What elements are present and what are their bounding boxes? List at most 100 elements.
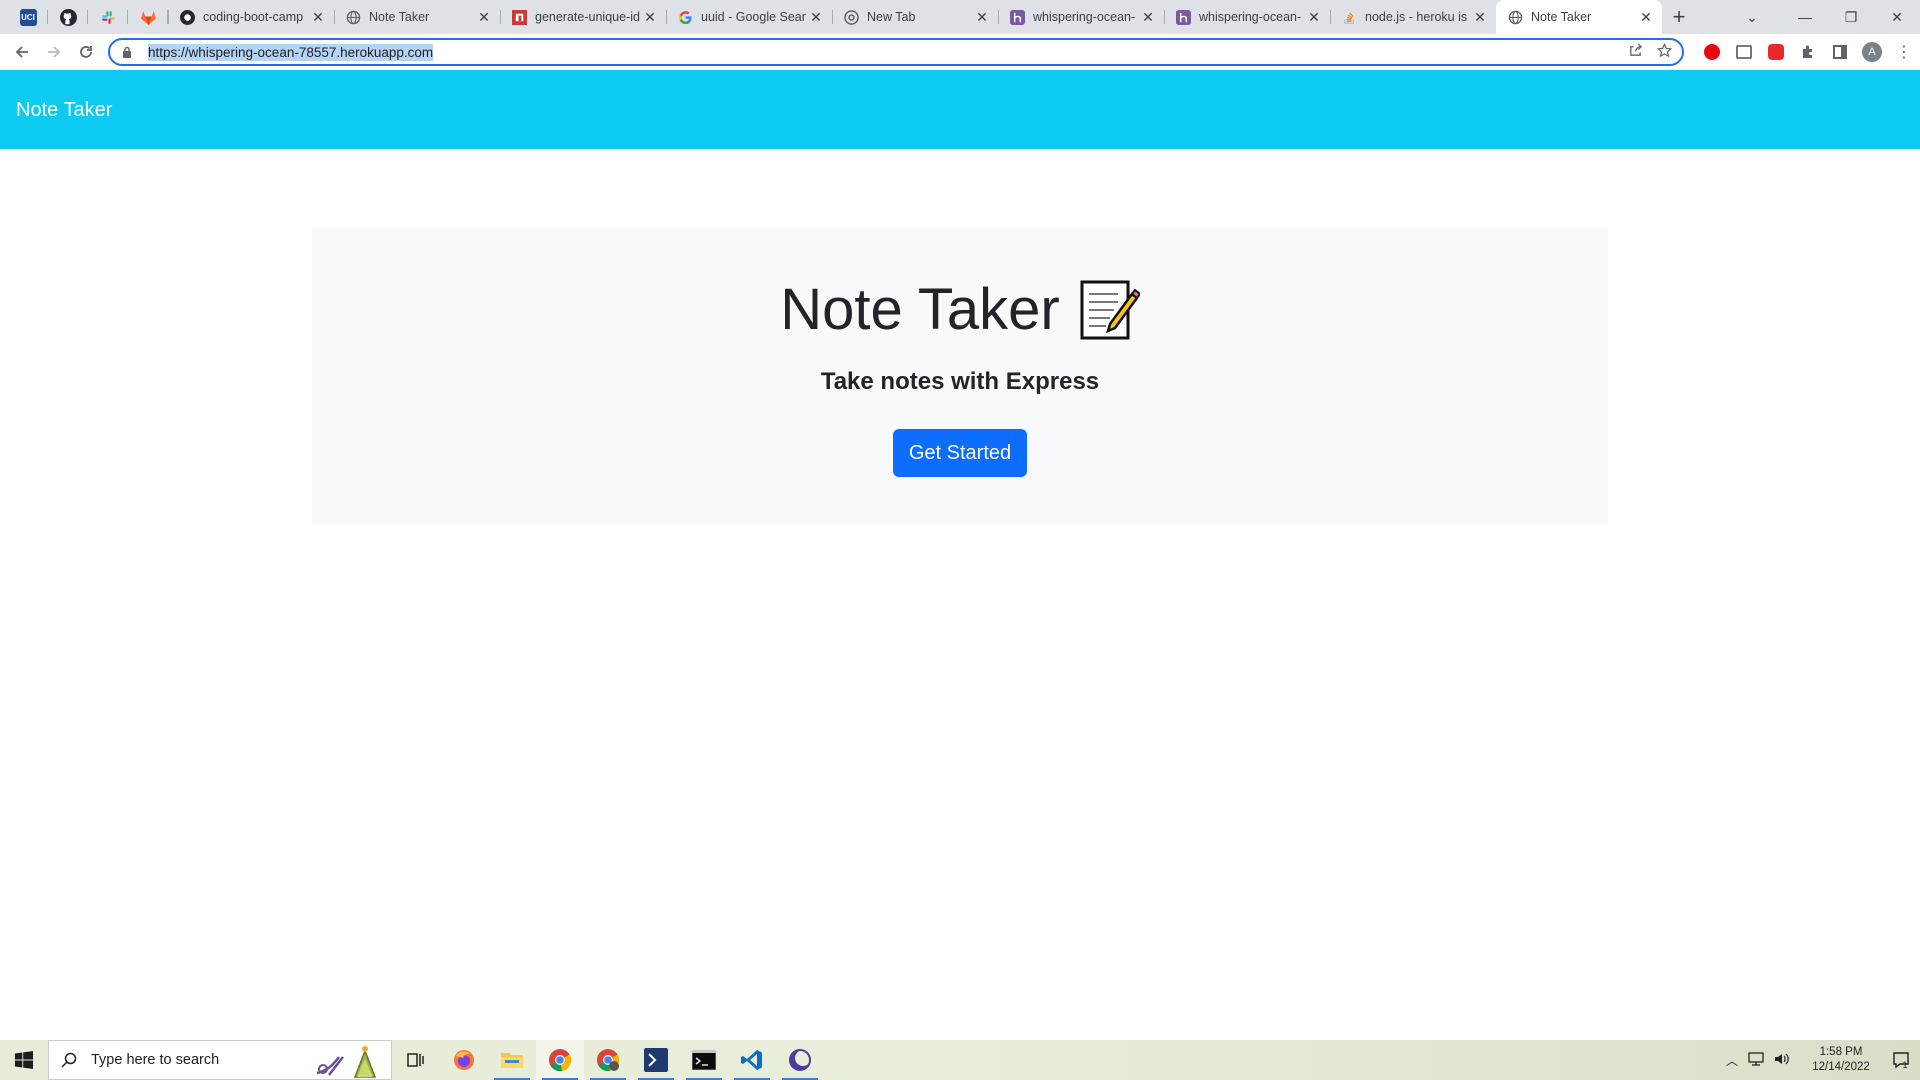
hero-subtitle: Take notes with Express — [820, 368, 1100, 395]
globe-icon — [346, 10, 361, 24]
side-panel-icon[interactable] — [1824, 36, 1856, 68]
navbar: Note Taker — [0, 70, 1920, 149]
tab-title: whispering-ocean- — [1033, 10, 1136, 24]
navbar-brand[interactable]: Note Taker — [16, 99, 112, 122]
hero-title: Note Taker — [312, 276, 1608, 343]
new-tab-button[interactable]: + — [1662, 0, 1696, 34]
windows-taskbar: Type here to search ︿ 1:58 PM 12/14/2022… — [0, 1040, 1920, 1080]
uci-icon: UCI — [19, 8, 37, 26]
taskbar-search[interactable]: Type here to search — [48, 1040, 392, 1080]
vscode-icon[interactable] — [728, 1040, 776, 1080]
close-icon[interactable]: ✕ — [1472, 9, 1488, 25]
tab-title: Note Taker — [369, 10, 430, 24]
tab-title: Note Taker — [1531, 10, 1592, 24]
pinned-tab-slack[interactable] — [88, 0, 128, 34]
url-text[interactable]: https://whispering-ocean-78557.herokuapp… — [148, 43, 434, 61]
share-icon[interactable] — [1628, 43, 1643, 61]
adblock-plus-icon[interactable] — [1760, 36, 1792, 68]
forward-arrow-icon[interactable] — [38, 36, 70, 68]
heroku-icon — [1010, 9, 1025, 25]
close-icon[interactable]: ✕ — [1306, 9, 1322, 25]
browser-tab[interactable]: node.js - heroku is ✕ — [1330, 0, 1496, 34]
pinned-tab-uci[interactable]: UCI — [8, 0, 48, 34]
browser-toolbar: https://whispering-ocean-78557.herokuapp… — [0, 34, 1920, 70]
close-icon[interactable]: ✕ — [642, 9, 658, 25]
window-close-icon[interactable]: ✕ — [1874, 0, 1920, 34]
profile-initial: A — [1862, 42, 1882, 62]
slack-icon — [101, 10, 115, 24]
browser-tab[interactable]: Note Taker ✕ — [334, 0, 500, 34]
puzzle-extensions-icon[interactable] — [1792, 36, 1824, 68]
get-started-button[interactable]: Get Started — [893, 429, 1027, 477]
network-icon[interactable] — [1748, 1051, 1764, 1069]
address-bar[interactable]: https://whispering-ocean-78557.herokuapp… — [108, 38, 1684, 66]
memo-icon — [1080, 280, 1140, 339]
eclipse-app-icon[interactable] — [776, 1040, 824, 1080]
profile-avatar[interactable]: A — [1856, 36, 1888, 68]
notification-count: 1 — [1902, 1060, 1908, 1070]
chevron-up-icon[interactable]: ︿ — [1726, 1052, 1738, 1069]
windows-start-icon[interactable] — [0, 1040, 48, 1080]
search-icon — [61, 1052, 77, 1068]
tab-title: node.js - heroku is — [1365, 10, 1468, 24]
lock-icon[interactable] — [122, 46, 134, 58]
chrome-taskbar-icon[interactable] — [536, 1040, 584, 1080]
close-icon[interactable]: ✕ — [476, 9, 492, 25]
bookmark-star-icon[interactable] — [1656, 42, 1673, 61]
pinned-tab-github[interactable] — [48, 0, 88, 34]
close-icon[interactable]: ✕ — [808, 9, 824, 25]
close-icon[interactable]: ✕ — [974, 9, 990, 25]
clock-date: 12/14/2022 — [1812, 1061, 1870, 1073]
close-icon[interactable]: ✕ — [1638, 9, 1654, 25]
hero-title-text: Note Taker — [780, 277, 1060, 342]
browser-tab[interactable]: coding-boot-camp ✕ — [168, 0, 334, 34]
browser-tab[interactable]: New Tab ✕ — [832, 0, 998, 34]
wsl-terminal-icon[interactable] — [632, 1040, 680, 1080]
pinned-tabs: UCI — [0, 0, 168, 34]
tab-title: generate-unique-id — [535, 10, 640, 24]
clock-time: 1:58 PM — [1819, 1046, 1863, 1058]
notification-icon[interactable]: 1 — [1880, 1040, 1920, 1080]
extension-icon[interactable] — [1728, 36, 1760, 68]
tab-strip: UCI coding-boot-camp ✕ Note Taker ✕ gene… — [0, 0, 1920, 34]
stackoverflow-icon — [1344, 12, 1354, 24]
extensions-area: A ⋮ — [1696, 36, 1920, 68]
volume-icon[interactable] — [1774, 1052, 1790, 1069]
close-icon[interactable]: ✕ — [1140, 9, 1156, 25]
back-arrow-icon[interactable] — [6, 36, 38, 68]
tab-search-chevron-icon[interactable]: ⌄ — [1722, 0, 1782, 34]
google-icon — [679, 10, 692, 24]
clock[interactable]: 1:58 PM 12/14/2022 — [1802, 1045, 1880, 1075]
task-view-icon[interactable] — [392, 1040, 440, 1080]
firefox-icon[interactable] — [440, 1040, 488, 1080]
heroku-icon — [1176, 9, 1191, 25]
gitlab-icon — [140, 10, 156, 25]
command-prompt-icon[interactable] — [680, 1040, 728, 1080]
globe-icon — [1508, 10, 1523, 24]
tab-title: uuid - Google Sear — [701, 10, 806, 24]
system-tray: ︿ 1:58 PM 12/14/2022 1 — [1726, 1040, 1920, 1080]
github-icon — [180, 9, 195, 25]
close-icon[interactable]: ✕ — [310, 9, 326, 25]
menu-kebab-icon[interactable]: ⋮ — [1888, 36, 1920, 68]
tab-title: New Tab — [867, 10, 916, 24]
github-icon — [59, 8, 77, 26]
browser-tab-active[interactable]: Note Taker ✕ — [1496, 0, 1662, 34]
reload-icon[interactable] — [70, 36, 102, 68]
chrome-profile-taskbar-icon[interactable] — [584, 1040, 632, 1080]
opera-ext-icon[interactable] — [1696, 36, 1728, 68]
tab-title: whispering-ocean- — [1199, 10, 1302, 24]
browser-tab[interactable]: uuid - Google Sear ✕ — [666, 0, 832, 34]
browser-tab[interactable]: generate-unique-id ✕ — [500, 0, 666, 34]
restore-icon[interactable]: ❐ — [1828, 0, 1874, 34]
window-controls: ⌄ — ❐ ✕ — [1722, 0, 1920, 34]
npm-icon — [512, 9, 527, 25]
minimize-icon[interactable]: — — [1782, 0, 1828, 34]
tab-title: coding-boot-camp — [203, 10, 304, 24]
browser-tab[interactable]: whispering-ocean- ✕ — [1164, 0, 1330, 34]
search-highlight-icon — [316, 1046, 377, 1078]
browser-tab[interactable]: whispering-ocean- ✕ — [998, 0, 1164, 34]
file-explorer-icon[interactable] — [488, 1040, 536, 1080]
pinned-tab-gitlab[interactable] — [128, 0, 168, 34]
jumbotron: Note Taker Take notes with Express Get S… — [312, 228, 1608, 524]
